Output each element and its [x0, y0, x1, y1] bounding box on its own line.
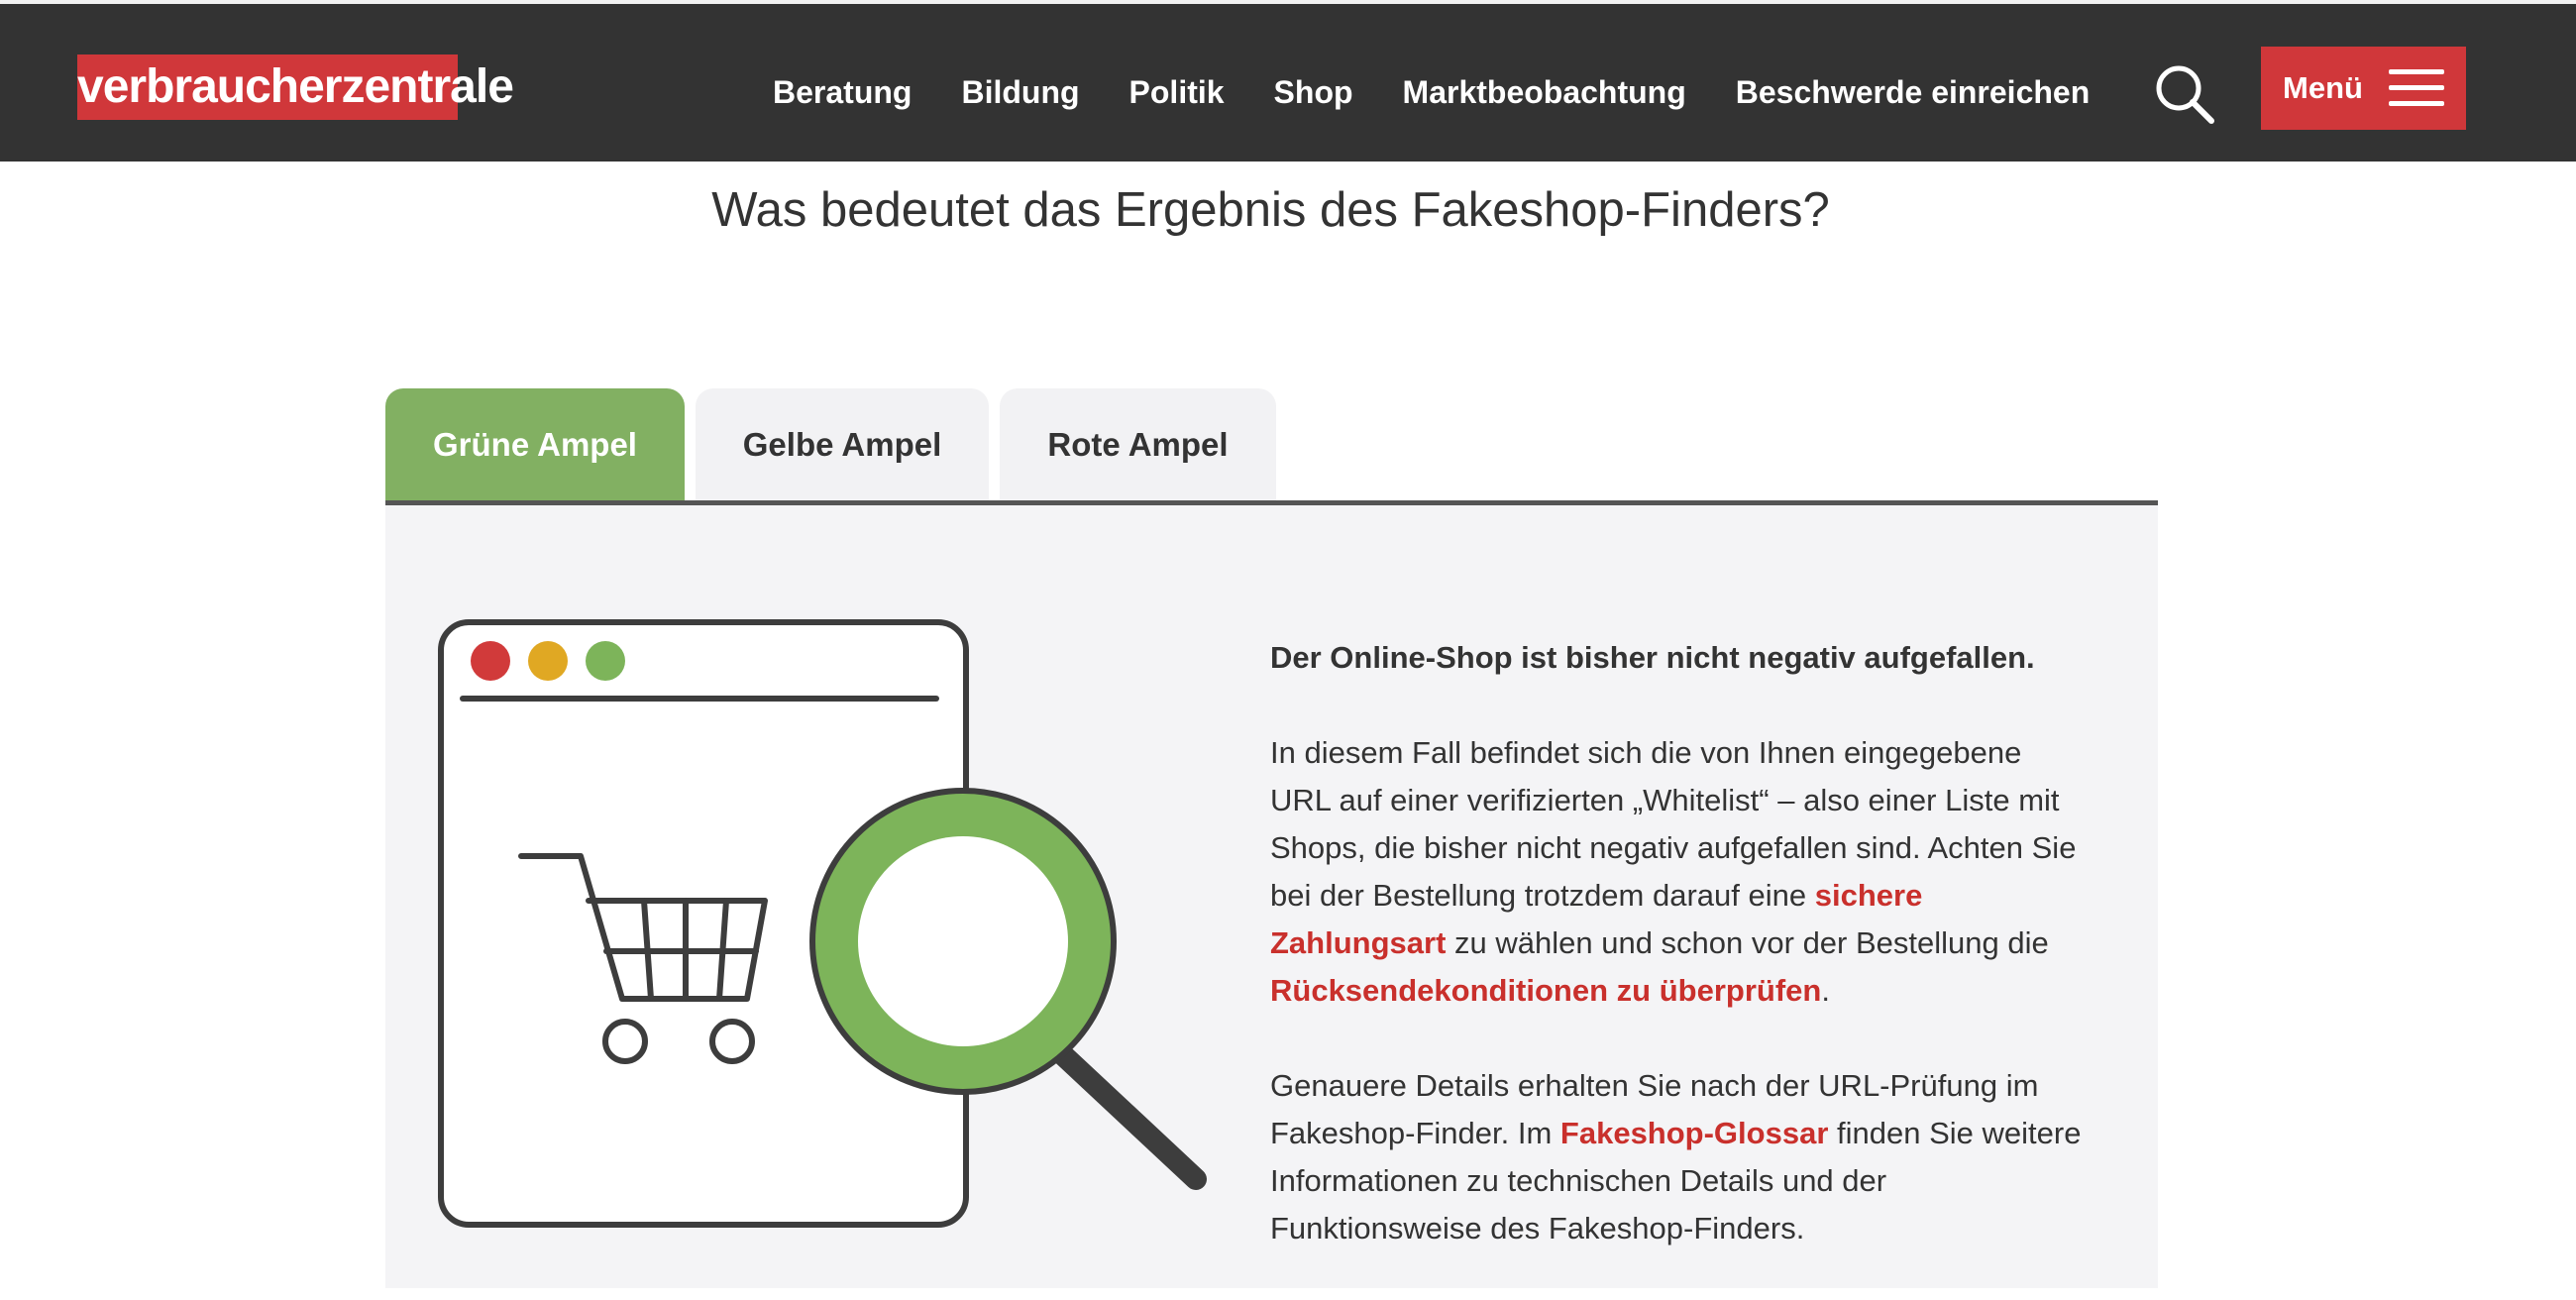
nav-item-politik[interactable]: Politik	[1129, 74, 1225, 111]
search-icon	[2156, 65, 2214, 124]
window-dot-red	[471, 641, 510, 681]
paragraph-text: .	[1821, 973, 1830, 1008]
page-title: Was bedeutet das Ergebnis des Fakeshop-F…	[711, 183, 1830, 237]
result-lead: Der Online-Shop ist bisher nicht negativ…	[1270, 640, 2035, 675]
fakeshop-glossar-link[interactable]: Fakeshop-Glossar	[1560, 1116, 1828, 1150]
nav-item-shop[interactable]: Shop	[1274, 74, 1353, 111]
shop-magnifier-illustration	[438, 619, 1207, 1228]
tab-panel-content: Der Online-Shop ist bisher nicht negativ…	[1270, 634, 2083, 1300]
result-paragraph-2: Genauere Details erhalten Sie nach der U…	[1270, 1062, 2083, 1252]
tab-gelbe-ampel[interactable]: Gelbe Ampel	[696, 388, 989, 501]
hamburger-icon	[2388, 67, 2444, 109]
nav-item-bildung[interactable]: Bildung	[961, 74, 1079, 111]
menu-button[interactable]: Menü	[2261, 47, 2466, 130]
search-button[interactable]	[2152, 61, 2217, 127]
tab-gruene-ampel[interactable]: Grüne Ampel	[385, 388, 685, 501]
nav-item-beratung[interactable]: Beratung	[773, 74, 912, 111]
menu-button-label: Menü	[2283, 70, 2363, 105]
paragraph-text: In diesem Fall befindet sich die von Ihn…	[1270, 735, 2077, 913]
tab-rote-ampel[interactable]: Rote Ampel	[1000, 388, 1276, 501]
nav-item-beschwerde-einreichen[interactable]: Beschwerde einreichen	[1736, 74, 2090, 111]
site-logo[interactable]: verbraucherzentrale	[77, 54, 514, 120]
main-nav: Beratung Bildung Politik Shop Marktbeoba…	[773, 59, 2090, 125]
result-paragraph-1: In diesem Fall befindet sich die von Ihn…	[1270, 729, 2083, 1015]
window-dot-yellow	[528, 641, 568, 681]
ruecksendekonditionen-link[interactable]: Rücksendekonditionen zu überprüfen	[1270, 973, 1821, 1008]
nav-item-marktbeobachtung[interactable]: Marktbeobachtung	[1403, 74, 1686, 111]
window-dot-green	[586, 641, 625, 681]
paragraph-text: zu wählen und schon vor der Bestellung d…	[1446, 925, 2049, 960]
header-top-edge	[0, 0, 2576, 4]
